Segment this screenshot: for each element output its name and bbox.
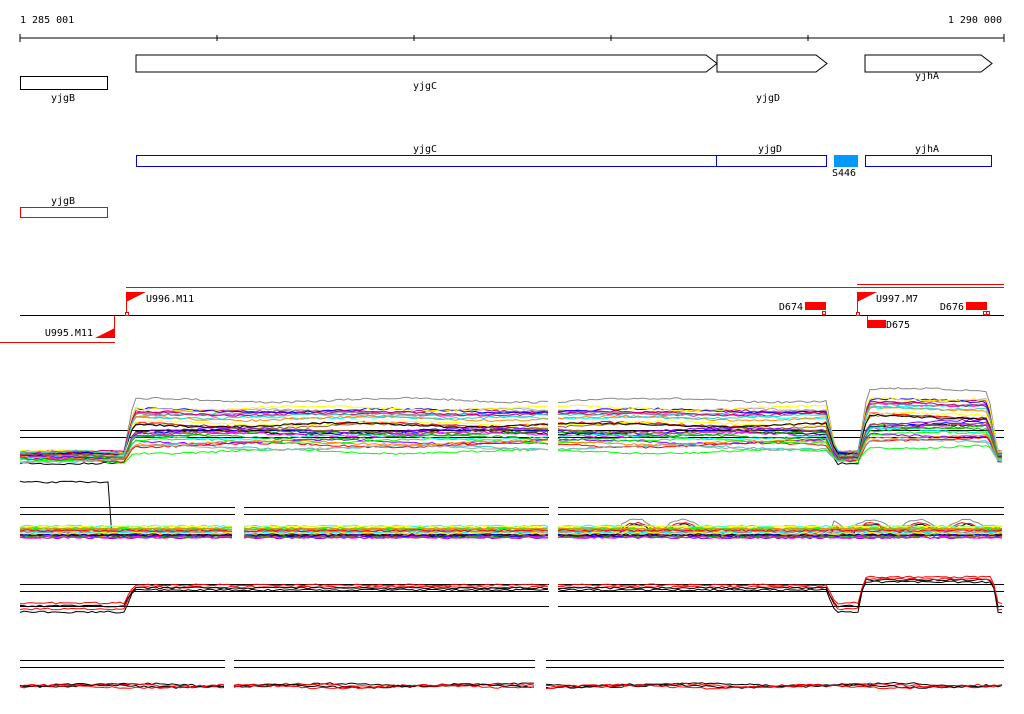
- marker-U995-M11[interactable]: U995.M11: [45, 316, 115, 339]
- transcript-track: U996.M11 U997.M7 U995.M11 D674 D676 D675: [0, 284, 1004, 343]
- annotation-label: yjgD: [758, 144, 782, 155]
- gene-label: yjgB: [51, 93, 75, 104]
- marker-label: U995.M11: [45, 328, 93, 339]
- marker-label: U996.M11: [146, 294, 194, 305]
- annotation-yjgD[interactable]: yjgD: [716, 144, 827, 167]
- marker-label: D675: [886, 320, 910, 331]
- annotation-label: yjgB: [51, 196, 75, 207]
- gene-yjhA[interactable]: yjhA: [864, 54, 993, 82]
- annotation-label: yjgC: [413, 144, 437, 155]
- profile-line: [557, 575, 1003, 611]
- annotation-S446[interactable]: S446: [832, 155, 858, 179]
- coordinate-ruler: 1 285 001 1 290 000: [19, 15, 1005, 42]
- annotation-yjgB[interactable]: yjgB: [20, 196, 108, 218]
- marker-U997-M7[interactable]: U997.M7: [856, 292, 919, 316]
- annotation-label: S446: [832, 168, 856, 179]
- ruler-end-label: 1 290 000: [948, 15, 1002, 26]
- annotation-label: yjhA: [915, 144, 939, 155]
- marker-D676[interactable]: D676: [940, 302, 990, 315]
- marker-label: D676: [940, 302, 964, 313]
- marker-D674[interactable]: D674: [779, 302, 826, 315]
- marker-label: D674: [779, 302, 803, 313]
- genome-browser: 1 285 001 1 290 000 yjgC yjgD yjhA yjgB: [0, 0, 1024, 714]
- browser-canvas: 1 285 001 1 290 000 yjgC yjgD yjhA yjgB: [0, 15, 1005, 690]
- marker-U996-M11[interactable]: U996.M11: [125, 292, 195, 316]
- marker-D675[interactable]: D675: [867, 316, 910, 331]
- annotation-yjgC[interactable]: yjgC: [136, 144, 717, 167]
- profile-line: [557, 444, 1003, 464]
- gene-yjgC[interactable]: yjgC: [135, 54, 718, 92]
- gene-label: yjgC: [413, 81, 437, 92]
- gene-yjgB[interactable]: yjgB: [20, 76, 108, 105]
- gene-label: yjhA: [915, 71, 939, 82]
- ruler-start-label: 1 285 001: [20, 15, 74, 26]
- annotation-yjhA[interactable]: yjhA: [865, 144, 992, 167]
- marker-label: U997.M7: [876, 294, 918, 305]
- expression-profile-tracks: [19, 387, 1004, 690]
- gene-label: yjgD: [756, 93, 780, 104]
- gene-track: yjgC yjgD yjhA yjgB: [20, 54, 993, 105]
- annotation-track: yjgC yjgD S446 yjhA yjgB: [20, 144, 992, 218]
- gene-yjgD[interactable]: yjgD: [716, 54, 828, 104]
